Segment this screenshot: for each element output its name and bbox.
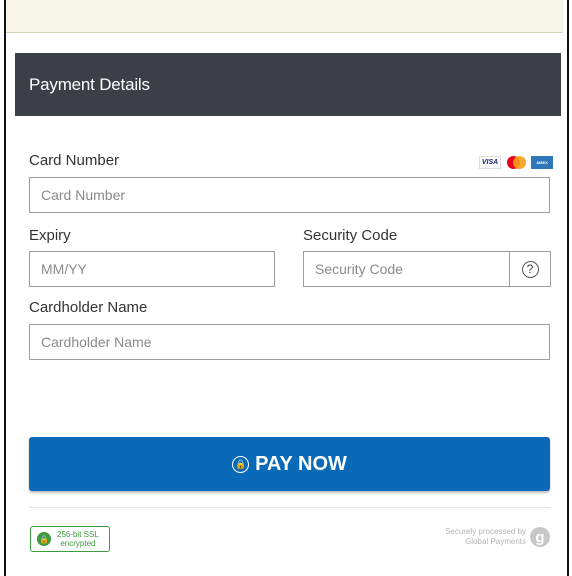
mastercard-icon (505, 156, 527, 169)
processor-line1: Securely processed by (445, 527, 526, 536)
payment-header: Payment Details (15, 53, 561, 116)
top-bar (6, 0, 563, 33)
ssl-line2: encrypted (60, 539, 96, 548)
security-code-help-button[interactable]: ? (509, 252, 550, 286)
lock-icon: 🔒 (232, 455, 250, 473)
amex-icon: AMEX (531, 156, 553, 169)
card-brands: VISA AMEX (479, 156, 553, 169)
processor-badge: Securely processed by Global Payments g (445, 527, 550, 547)
security-code-field[interactable]: ? (303, 251, 551, 287)
security-code-input[interactable] (304, 252, 511, 286)
cardholder-label: Cardholder Name (29, 299, 148, 316)
visa-icon: VISA (479, 156, 501, 169)
pay-now-label: PAY NOW (255, 452, 347, 475)
ssl-text: 256-bit SSL encrypted (57, 530, 99, 548)
cardholder-field[interactable] (29, 324, 550, 360)
expiry-field[interactable] (29, 251, 275, 287)
cardholder-input[interactable] (30, 325, 549, 359)
card-number-input[interactable] (30, 178, 549, 212)
processor-text: Securely processed by Global Payments (445, 527, 526, 547)
ssl-badge: 🔒 256-bit SSL encrypted (30, 526, 110, 552)
page-title: Payment Details (29, 74, 150, 94)
pay-now-button[interactable]: 🔒 PAY NOW (29, 437, 550, 491)
processor-line2: Global Payments (465, 537, 526, 546)
padlock-icon: 🔒 (37, 532, 51, 546)
expiry-label: Expiry (29, 227, 71, 244)
card-number-label: Card Number (29, 152, 120, 169)
footer-divider (29, 507, 550, 508)
card-number-field[interactable] (29, 177, 550, 213)
global-payments-logo-icon: g (530, 527, 550, 547)
expiry-input[interactable] (30, 252, 274, 286)
question-icon: ? (521, 260, 539, 278)
security-code-label: Security Code (303, 227, 398, 244)
ssl-line1: 256-bit SSL (57, 530, 99, 539)
